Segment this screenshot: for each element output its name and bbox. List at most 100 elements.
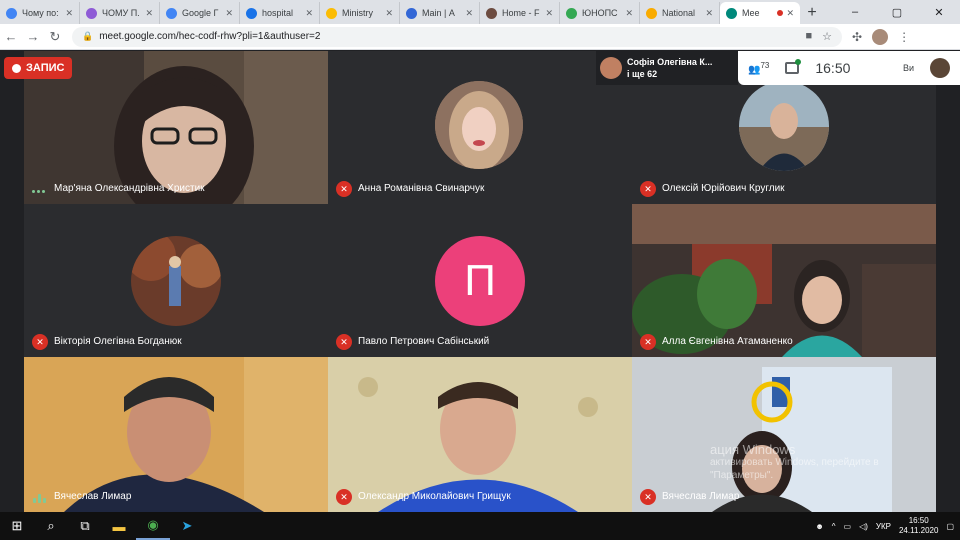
mic-off-icon: ✕ <box>32 334 48 350</box>
search-icon[interactable]: ⌕ <box>34 512 68 540</box>
omnibox-actions: ■ ☆ <box>805 30 832 43</box>
mic-off-icon: ✕ <box>640 489 656 505</box>
profile-avatar[interactable] <box>872 28 889 45</box>
clock-time: 16:50 <box>908 516 929 525</box>
close-icon[interactable]: ✕ <box>705 8 713 19</box>
notifications-icon[interactable]: ▢ <box>946 522 954 531</box>
url-field[interactable]: 🔒 meet.google.com/hec-codf-rhw?pli=1&aut… <box>72 26 842 47</box>
browser-tab[interactable]: ЧОМУ П. ✕ <box>80 2 160 24</box>
participant-tile[interactable]: П ✕ Павло Петрович Сабінський <box>328 204 632 357</box>
participant-name: Павло Петрович Сабінський <box>358 336 490 347</box>
url-text: meet.google.com/hec-codf-rhw?pli=1&authu… <box>99 31 321 42</box>
tab-favicon <box>246 7 257 19</box>
meet-grid: ЗАПИС Мар'яна Олександрівна Христик ✕ Ан… <box>0 51 960 512</box>
tab-favicon <box>566 7 577 19</box>
browser-tab-strip: Чому по: ✕ ЧОМУ П. ✕ Google Г ✕ hospital ✕ M… <box>0 0 960 24</box>
meet-favicon <box>726 7 737 19</box>
tab-label: Ministry <box>342 8 373 18</box>
participant-name: Мар'яна Олександрівна Христик <box>54 183 205 194</box>
browser-tab[interactable]: ЮНОПС ✕ <box>560 2 640 24</box>
minimize-button[interactable]: – <box>834 0 876 24</box>
recording-dot-icon <box>777 10 784 16</box>
close-icon[interactable]: ✕ <box>465 8 473 19</box>
telegram-icon[interactable]: ➤ <box>170 512 204 540</box>
browser-tab[interactable]: National ✕ <box>640 2 720 24</box>
participant-name: Вячеслав Лимар <box>662 491 740 502</box>
record-icon <box>12 63 21 73</box>
menu-kebab-icon[interactable]: ⋮ <box>898 30 910 44</box>
mic-off-icon: ✕ <box>336 334 352 350</box>
back-arrow-icon[interactable]: ← <box>0 29 22 44</box>
close-icon[interactable]: ✕ <box>145 8 153 19</box>
participant-tile[interactable]: ✕ Вячеслав Лимар <box>632 357 936 512</box>
close-icon[interactable]: ✕ <box>65 8 73 19</box>
reload-icon[interactable]: ↻ <box>44 29 66 45</box>
participant-name: Олексій Юрійович Круглик <box>662 183 785 194</box>
file-explorer-icon[interactable]: ▬ <box>102 512 136 540</box>
tab-favicon <box>486 7 497 19</box>
watermark-line: "Параметры". <box>710 470 774 481</box>
forward-arrow-icon[interactable]: → <box>22 29 44 44</box>
close-icon[interactable]: ✕ <box>385 8 393 19</box>
participant-tile[interactable]: Вячеслав Лимар <box>24 357 328 512</box>
browser-tab[interactable]: Google Г ✕ <box>160 2 240 24</box>
extensions-puzzle-icon[interactable]: ✣ <box>852 30 862 44</box>
close-icon[interactable]: ✕ <box>225 8 233 19</box>
participant-name: Алла Євгенівна Атаманенко <box>662 336 793 347</box>
tab-favicon <box>646 7 657 19</box>
browser-tab-active[interactable]: Mee ✕ <box>720 2 800 24</box>
participant-tile[interactable]: ✕ Алла Євгенівна Атаманенко <box>632 204 936 357</box>
tab-label: Main | А <box>422 8 455 18</box>
browser-tab[interactable]: hospital ✕ <box>240 2 320 24</box>
chevron-up-icon[interactable]: ^ <box>832 522 836 531</box>
lock-icon[interactable]: 🔒 <box>82 31 93 42</box>
meeting-info-panel: Софія Олегівна К... і ще 62 👥73 16:50 Ви <box>596 51 960 85</box>
participants-button[interactable]: 👥73 <box>748 61 769 75</box>
participant-letter-avatar: П <box>435 236 525 326</box>
chrome-icon[interactable]: ◉ <box>136 512 170 540</box>
taskbar-clock[interactable]: 16:50 24.11.2020 <box>899 516 938 536</box>
network-icon[interactable]: ▭ <box>844 522 852 531</box>
participant-tile[interactable]: ✕ Олександр Миколайович Грищук <box>328 357 632 512</box>
chat-icon[interactable] <box>785 59 802 74</box>
self-avatar[interactable] <box>930 58 950 78</box>
extension-area: ✣ ⋮ <box>852 28 910 45</box>
browser-tab[interactable]: Ministry ✕ <box>320 2 400 24</box>
people-icon: 👥 <box>748 64 761 76</box>
recording-label: ЗАПИС <box>26 62 65 74</box>
tab-label: Чому по: <box>22 8 59 18</box>
close-icon[interactable]: ✕ <box>545 8 553 19</box>
browser-tab[interactable]: Main | А ✕ <box>400 2 480 24</box>
window-controls: – ▢ ✕ <box>834 0 960 24</box>
tab-label: National <box>662 8 696 18</box>
watermark-line: активировать Windows, перейдите в <box>710 457 879 468</box>
close-icon[interactable]: ✕ <box>786 8 794 19</box>
close-window-button[interactable]: ✕ <box>918 0 960 24</box>
close-icon[interactable]: ✕ <box>625 8 633 19</box>
volume-icon[interactable]: ◁) <box>859 522 868 531</box>
language-indicator[interactable]: УКР <box>876 522 891 531</box>
mic-off-icon: ✕ <box>336 181 352 197</box>
maximize-button[interactable]: ▢ <box>876 0 918 24</box>
close-icon[interactable]: ✕ <box>305 8 313 19</box>
star-icon[interactable]: ☆ <box>822 30 832 43</box>
participant-tile[interactable]: ✕ Анна Романівна Свинарчук <box>328 51 632 204</box>
windows-start-icon[interactable]: ⊞ <box>0 512 34 540</box>
watermark-line: ация Windows <box>710 442 796 457</box>
new-tab-button[interactable]: + <box>800 2 824 24</box>
mic-off-icon: ✕ <box>640 181 656 197</box>
address-bar: ← → ↻ 🔒 meet.google.com/hec-codf-rhw?pli… <box>0 24 960 50</box>
presenter-avatar <box>600 57 622 79</box>
people-tray-icon[interactable]: ☻ <box>815 522 823 531</box>
participant-name: Олександр Миколайович Грищук <box>358 491 511 502</box>
participant-avatar <box>739 81 829 171</box>
tab-label: Google Г <box>182 8 219 18</box>
browser-tab[interactable]: Чому по: ✕ <box>0 2 80 24</box>
self-view-label: Ви <box>902 63 914 73</box>
browser-tab[interactable]: Home - F ✕ <box>480 2 560 24</box>
camera-icon[interactable]: ■ <box>805 30 812 43</box>
presenter-chip[interactable]: Софія Олегівна К... і ще 62 <box>596 51 738 85</box>
task-view-icon[interactable]: ⧉ <box>68 512 102 540</box>
participant-count: 73 <box>760 60 770 70</box>
participant-tile[interactable]: ✕ Вікторія Олегівна Богданюк <box>24 204 328 357</box>
